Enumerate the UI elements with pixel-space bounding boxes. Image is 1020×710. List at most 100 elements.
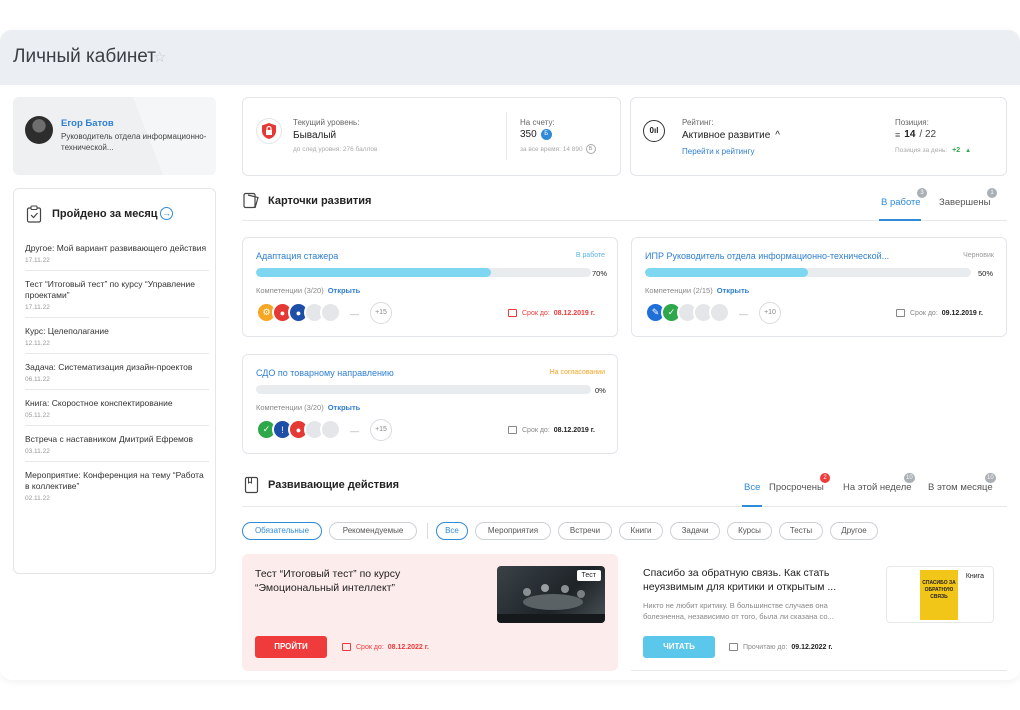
- cards-section-icon: [243, 192, 259, 209]
- top-bar: Личный кабинет ☆: [0, 30, 1020, 85]
- total-points-badge: Б: [585, 144, 596, 154]
- rating-link[interactable]: Перейти к рейтингу: [682, 147, 754, 156]
- dev-card[interactable]: ИПР Руководитель отдела информационно-те…: [631, 237, 1007, 337]
- done-item-date: 17.11.22: [25, 257, 50, 264]
- tab-in-work[interactable]: В работе: [881, 197, 921, 208]
- done-item-date: 05.11.22: [25, 412, 50, 419]
- dev-card-status: На согласовании: [549, 369, 605, 376]
- competencies-label: Компетенции (2/15): [645, 286, 713, 295]
- icons-separator: —: [739, 309, 748, 319]
- tab-this-week[interactable]: На этой неделе: [843, 482, 912, 493]
- placeholder-badge-icon: [709, 302, 730, 323]
- chevron-up-icon[interactable]: ^: [775, 130, 780, 141]
- action-card[interactable]: Тест “Итоговый тест” по курсу “Эмоционал…: [242, 554, 618, 671]
- book-cover: СПАСИБО ЗА ОБРАТНУЮ СВЯЗЬ: [920, 570, 958, 620]
- app-window: Личный кабинет ☆ Егор Батов Руководитель…: [0, 30, 1020, 680]
- filter-other[interactable]: Другое: [830, 522, 878, 540]
- done-item-date: 17.11.22: [25, 304, 50, 311]
- done-item-text: Курс: Целеполагание: [25, 326, 109, 336]
- dev-card[interactable]: Адаптация стажера В работе 70% Компетенц…: [242, 237, 618, 337]
- done-list-item[interactable]: Тест “Итоговый тест” по курсу “Управлени…: [25, 270, 209, 317]
- calendar-icon: [896, 309, 905, 317]
- filter-tests[interactable]: Тесты: [779, 522, 823, 540]
- profile-card[interactable]: Егор Батов Руководитель отдела информаци…: [13, 97, 216, 175]
- level-value: Бывалый: [293, 130, 337, 141]
- done-item-text: Мероприятие: Конференция на тему “Работа…: [25, 470, 204, 491]
- action-card[interactable]: Спасибо за обратную связь. Как стать неу…: [631, 554, 1007, 671]
- done-list-item[interactable]: Мероприятие: Конференция на тему “Работа…: [25, 461, 209, 508]
- done-list-item[interactable]: Курс: Целеполагание 12.11.22: [25, 317, 209, 353]
- actions-section-title: Развивающие действия: [268, 479, 400, 491]
- action-title[interactable]: Спасибо за обратную связь. Как стать неу…: [643, 566, 871, 594]
- competencies-label: Компетенции (3/20): [256, 286, 324, 295]
- tab-overdue[interactable]: Просрочены: [769, 482, 824, 493]
- profile-name[interactable]: Егор Батов: [61, 118, 114, 129]
- open-link[interactable]: Открыть: [328, 403, 361, 412]
- action-title[interactable]: Тест “Итоговый тест” по курсу “Эмоционал…: [255, 567, 455, 595]
- progress-percent: 50%: [978, 269, 994, 278]
- done-list-item[interactable]: Встреча с наставником Дмитрий Ефремов 03.…: [25, 425, 209, 461]
- done-this-month-panel: Пройдено за месяц → Другое: Мой вариант …: [13, 188, 216, 574]
- done-item-text: Тест “Итоговый тест” по курсу “Управлени…: [25, 279, 195, 300]
- more-competencies[interactable]: +15: [370, 419, 392, 441]
- clipboard-check-icon: [26, 205, 42, 223]
- filter-meetings[interactable]: Встречи: [558, 522, 612, 540]
- action-deadline: Срок до: 08.12.2022 г.: [342, 643, 429, 651]
- actions-section-divider: [242, 506, 1007, 507]
- points-badge: Б: [540, 129, 552, 140]
- filter-courses[interactable]: Курсы: [727, 522, 772, 540]
- deadline-label: Срок до:: [522, 309, 550, 317]
- rating-value-row[interactable]: Активное развитие ^: [682, 130, 780, 141]
- take-test-button[interactable]: ПРОЙТИ: [255, 636, 327, 658]
- tab-this-month[interactable]: В этом месяце: [928, 482, 993, 493]
- progress-percent: 0%: [595, 386, 606, 395]
- dev-card-title[interactable]: СДО по товарному направлению: [256, 368, 394, 378]
- position-list-icon: ≡: [895, 129, 901, 140]
- more-competencies[interactable]: +10: [759, 302, 781, 324]
- filter-books[interactable]: Книги: [619, 522, 663, 540]
- filter-tasks[interactable]: Задачи: [670, 522, 720, 540]
- deadline: Срок до: 09.12.2019 г.: [896, 309, 983, 317]
- deadline-date: 09.12.2019 г.: [941, 309, 983, 317]
- dev-card[interactable]: СДО по товарному направлению На согласов…: [242, 354, 618, 454]
- done-list-item[interactable]: Задача: Систематизация дизайн-проектов 06…: [25, 353, 209, 389]
- account-label: На счету:: [520, 118, 555, 127]
- rating-label: Рейтинг:: [682, 118, 714, 127]
- done-item-date: 12.11.22: [25, 340, 50, 347]
- action-type-tag: Тест: [576, 570, 601, 581]
- level-label: Текущий уровень:: [293, 118, 360, 127]
- tab-completed-count: 1: [987, 188, 997, 198]
- action-deadline-label: Прочитаю до:: [743, 643, 788, 651]
- total-points: за все время: 14 890: [520, 145, 583, 153]
- rating-card: 0ıl Рейтинг: Активное развитие ^ Перейти…: [630, 97, 1007, 176]
- progress-fill: [645, 268, 808, 277]
- calendar-icon: [342, 643, 351, 651]
- dev-card-title[interactable]: Адаптация стажера: [256, 251, 338, 261]
- page-title: Личный кабинет: [13, 46, 156, 67]
- deadline-date: 08.12.2019 г.: [553, 426, 595, 434]
- favorite-star-icon[interactable]: ☆: [153, 48, 166, 66]
- action-deadline: Прочитаю до: 09.12.2022 г.: [729, 643, 833, 651]
- filter-mandatory[interactable]: Обязательные: [242, 522, 322, 540]
- open-link[interactable]: Открыть: [717, 286, 750, 295]
- tab-completed[interactable]: Завершены: [939, 197, 991, 208]
- dev-card-title[interactable]: ИПР Руководитель отдела информационно-те…: [645, 251, 889, 261]
- more-competencies[interactable]: +15: [370, 302, 392, 324]
- tab-all[interactable]: Все: [744, 482, 760, 493]
- filter-all[interactable]: Все: [436, 522, 468, 540]
- open-link[interactable]: Открыть: [328, 286, 361, 295]
- competency-icons: ✎ ✓ — +10: [645, 302, 795, 326]
- done-list-item[interactable]: Книга: Скоростное конспектирование 05.11.…: [25, 389, 209, 425]
- tab-in-work-underline: [879, 219, 921, 221]
- rating-chart-icon: 0ıl: [643, 120, 665, 142]
- deadline-label: Срок до:: [910, 309, 938, 317]
- arrow-right-icon[interactable]: →: [160, 207, 173, 220]
- cards-section-title: Карточки развития: [268, 195, 372, 207]
- filter-events[interactable]: Мероприятия: [475, 522, 551, 540]
- filter-recommended[interactable]: Рекомендуемые: [329, 522, 417, 540]
- read-button[interactable]: ЧИТАТЬ: [643, 636, 715, 658]
- done-list-item[interactable]: Другое: Мой вариант развивающего действи…: [25, 236, 209, 270]
- avatar[interactable]: [25, 116, 53, 144]
- position-label: Позиция:: [895, 118, 929, 127]
- level-divider: [506, 112, 507, 160]
